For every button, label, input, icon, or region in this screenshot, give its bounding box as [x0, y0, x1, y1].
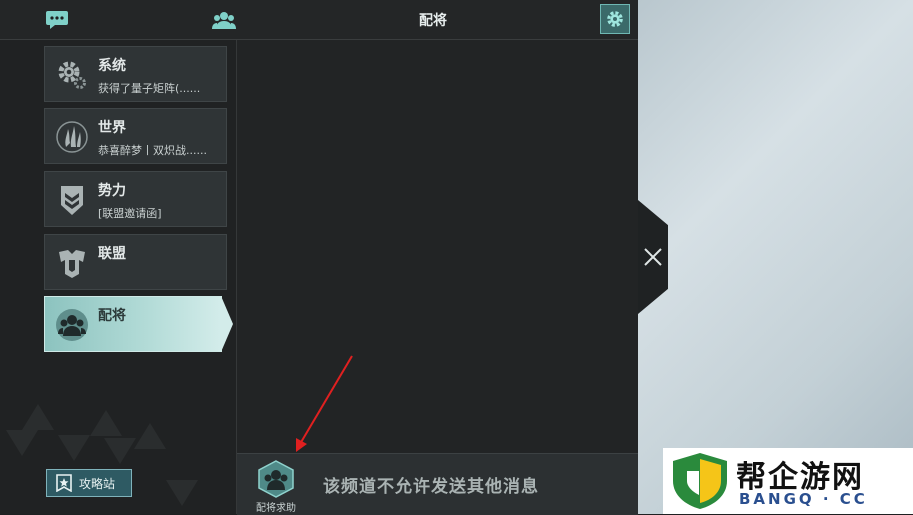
guide-button[interactable]: 攻略站: [46, 469, 132, 497]
gear-icon: [607, 11, 623, 27]
page-title: 配将: [419, 13, 447, 29]
channel-preview: 恭喜醉梦丨双炽战......: [98, 144, 207, 157]
flame-emblem-icon: [53, 118, 91, 156]
watermark: 帮企游网 BANGQ · CC: [663, 448, 913, 514]
channel-notice: 该频道不允许发送其他消息: [323, 477, 539, 497]
alliance-emblem-icon: [53, 244, 91, 282]
close-icon: [644, 248, 662, 266]
generals-help-icon: [258, 460, 294, 498]
guide-label: 攻略站: [79, 476, 116, 491]
channel-name: 势力: [98, 183, 126, 199]
settings-button[interactable]: [600, 4, 630, 34]
channel-alliance[interactable]: 联盟: [44, 234, 227, 290]
chat-icon[interactable]: [45, 8, 69, 32]
shield-logo-icon: [673, 453, 727, 509]
chat-message-area: [237, 40, 638, 453]
watermark-subtext: BANGQ · CC: [739, 490, 868, 508]
channel-name: 系统: [98, 58, 126, 74]
scene-background: [638, 0, 913, 514]
channel-name: 世界: [98, 120, 126, 136]
gear-cluster-icon: [53, 56, 91, 94]
channel-preview: [联盟邀请函]: [98, 207, 162, 220]
channel-name: 配将: [98, 308, 126, 324]
channel-system[interactable]: 系统 获得了量子矩阵(......: [44, 46, 227, 102]
channel-generals[interactable]: 配将: [44, 296, 233, 352]
top-bar: 配将: [0, 0, 638, 40]
channel-faction[interactable]: 势力 [联盟邀请函]: [44, 171, 227, 227]
generals-help-button[interactable]: [256, 459, 296, 499]
chevron-shield-icon: [53, 181, 91, 219]
channel-world[interactable]: 世界 恭喜醉梦丨双炽战......: [44, 108, 227, 164]
chat-input-bar: 配将求助 该频道不允许发送其他消息: [237, 453, 638, 515]
channel-preview: 获得了量子矩阵(......: [98, 82, 201, 95]
channel-name: 联盟: [98, 246, 126, 262]
generals-group-icon: [53, 306, 91, 344]
star-flag-icon: [56, 474, 72, 492]
group-icon[interactable]: [212, 8, 236, 32]
generals-help-label: 配将求助: [256, 503, 296, 514]
